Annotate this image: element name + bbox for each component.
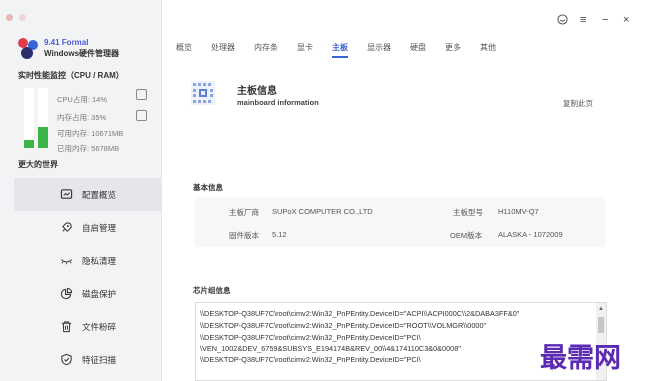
monitor-title: 实时性能监控（CPU / RAM） bbox=[18, 71, 124, 80]
board-title: 主板信息 bbox=[237, 86, 277, 97]
nav-item-overview[interactable]: 配置概览 bbox=[14, 178, 162, 211]
model-key: 主板型号 bbox=[453, 208, 483, 217]
tab-other[interactable]: 其他 bbox=[480, 42, 496, 53]
cpu-usage-bar bbox=[24, 88, 34, 148]
model-value: H110MV-Q7 bbox=[498, 207, 539, 216]
nav-list: 配置概览 自启管理 隐私清理 磁盘保护 文件粉碎 特征扫描 bbox=[14, 178, 162, 376]
settings-icon[interactable] bbox=[136, 110, 147, 121]
tab-bar: 概览 处理器 内存条 显卡 主板 显示器 硬盘 更多 其他 bbox=[176, 42, 515, 58]
sidebar: 9.41 Formal Windows硬件管理器 实时性能监控（CPU / RA… bbox=[0, 0, 162, 381]
memory-usage-bar bbox=[38, 88, 48, 148]
mainboard-icon bbox=[190, 80, 216, 106]
window-minimize-dot[interactable] bbox=[19, 14, 26, 21]
chipset-info-label: 芯片组信息 bbox=[193, 286, 231, 295]
cpu-usage-fill bbox=[24, 139, 34, 148]
app-logo bbox=[16, 36, 40, 60]
basic-info-label: 基本信息 bbox=[193, 183, 223, 192]
copy-page-button[interactable]: 复制此页 bbox=[563, 98, 593, 109]
chipset-line: \\DESKTOP-Q38UF7C\root\cimv2:Win32_PnPEn… bbox=[200, 321, 487, 330]
tab-processor[interactable]: 处理器 bbox=[211, 42, 235, 53]
used-memory-label: 已用内存: 5678MB bbox=[57, 144, 120, 153]
nav-item-label: 配置概览 bbox=[82, 189, 117, 200]
chipset-line: \\DESKTOP-Q38UF7C\root\cimv2:Win32_PnPEn… bbox=[200, 309, 520, 318]
overview-icon bbox=[60, 188, 73, 201]
close-icon[interactable]: × bbox=[623, 14, 629, 26]
oem-key: OEM版本 bbox=[450, 231, 483, 240]
available-memory-label: 可用内存: 10671MB bbox=[57, 129, 124, 138]
oem-value: ALASKA - 1072009 bbox=[498, 230, 563, 239]
tab-graphics[interactable]: 显卡 bbox=[297, 42, 313, 53]
watermark-logo: 最需网 bbox=[540, 343, 621, 374]
tab-display[interactable]: 显示器 bbox=[367, 42, 391, 53]
nav-item-privacy[interactable]: 隐私清理 bbox=[14, 244, 162, 277]
chipset-line: \\DESKTOP-Q38UF7C\root\cimv2:Win32_PnPEn… bbox=[200, 333, 421, 342]
nav-item-label: 隐私清理 bbox=[82, 255, 117, 266]
tab-disk[interactable]: 硬盘 bbox=[410, 42, 426, 53]
pie-chart-icon bbox=[60, 287, 73, 300]
tab-memory[interactable]: 内存条 bbox=[254, 42, 278, 53]
nav-item-label: 磁盘保护 bbox=[82, 288, 117, 299]
cpu-usage-label: CPU占用: 14% bbox=[57, 95, 108, 104]
window-close-dot[interactable] bbox=[6, 14, 13, 21]
memory-usage-fill bbox=[38, 127, 48, 148]
memory-usage-label: 内存占用: 35% bbox=[57, 113, 107, 122]
chipset-line: \VEN_1002&DEV_6759&SUBSYS_E194174B&REV_0… bbox=[200, 344, 461, 353]
scrollbar-thumb[interactable] bbox=[598, 317, 604, 333]
nav-item-label: 特征扫描 bbox=[82, 354, 117, 365]
app-version: 9.41 Formal bbox=[44, 38, 89, 47]
eye-icon bbox=[60, 254, 73, 267]
firmware-key: 固件版本 bbox=[229, 231, 259, 240]
nav-item-label: 自启管理 bbox=[82, 222, 117, 233]
more-title: 更大的世界 bbox=[18, 160, 58, 169]
tab-overview[interactable]: 概览 bbox=[176, 42, 192, 53]
chipset-line: \\DESKTOP-Q38UF7C\root\cimv2:Win32_PnPEn… bbox=[200, 355, 421, 364]
scroll-up-icon[interactable]: ▲ bbox=[598, 306, 604, 312]
nav-item-scan[interactable]: 特征扫描 bbox=[14, 343, 162, 376]
app-name: Windows硬件管理器 bbox=[44, 49, 120, 58]
manufacturer-value: SUPoX COMPUTER CO.,LTD bbox=[272, 207, 373, 216]
tab-more[interactable]: 更多 bbox=[445, 42, 461, 53]
tab-mainboard[interactable]: 主板 bbox=[332, 42, 348, 58]
menu-icon[interactable]: ≡ bbox=[580, 14, 586, 26]
firmware-value: 5.12 bbox=[272, 230, 287, 239]
manufacturer-key: 主板厂商 bbox=[229, 208, 259, 217]
nav-item-autostart[interactable]: 自启管理 bbox=[14, 211, 162, 244]
window-controls bbox=[6, 14, 26, 21]
nav-item-disk-protect[interactable]: 磁盘保护 bbox=[14, 277, 162, 310]
shield-check-icon bbox=[60, 353, 73, 366]
nav-item-label: 文件粉碎 bbox=[82, 321, 117, 332]
minimize-icon[interactable]: − bbox=[602, 14, 608, 26]
image-icon[interactable] bbox=[136, 89, 147, 100]
board-subtitle: mainboard information bbox=[237, 98, 319, 107]
trash-icon bbox=[60, 320, 73, 333]
smile-icon[interactable] bbox=[557, 14, 568, 28]
rocket-icon bbox=[60, 221, 73, 234]
nav-item-file-shred[interactable]: 文件粉碎 bbox=[14, 310, 162, 343]
